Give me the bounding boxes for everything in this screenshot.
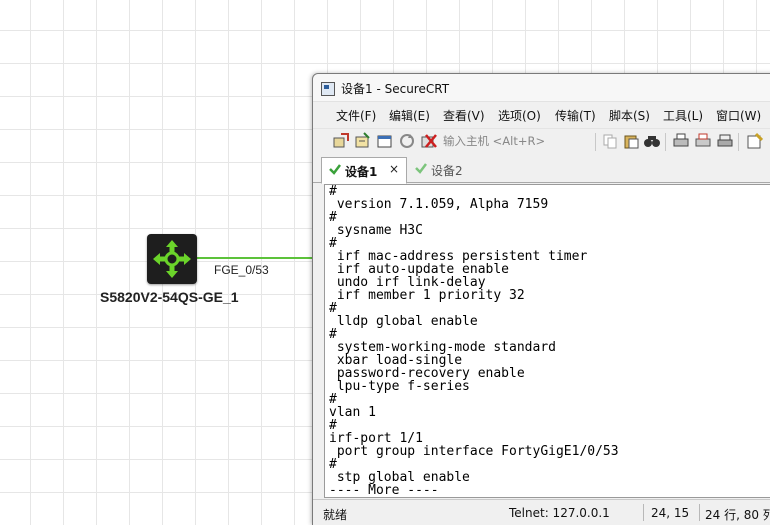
status-terminal-size: 24 行, 80 列 — [705, 508, 770, 522]
paste-icon[interactable] — [622, 132, 640, 150]
menu-transfer[interactable]: 传输(T) — [555, 107, 596, 124]
device-name-label: S5820V2-54QS-GE_1 — [100, 289, 239, 305]
terminal-line: lldp global enable — [329, 314, 478, 329]
session-options-icon[interactable] — [746, 132, 764, 150]
switch-device-icon[interactable] — [147, 234, 197, 284]
toolbar: 输入主机 <Alt+R> — [313, 128, 770, 155]
menu-file[interactable]: 文件(F) — [336, 107, 376, 124]
toolbar-divider — [595, 133, 596, 151]
status-connection: Telnet: 127.0.0.1 — [509, 506, 610, 520]
securecrt-window[interactable]: 设备1 - SecureCRT 文件(F) 编辑(E) 查看(V) 选项(O) … — [312, 73, 770, 525]
status-bar: 就绪 Telnet: 127.0.0.1 24, 15 24 行, 80 列 — [313, 499, 770, 525]
menu-edit[interactable]: 编辑(E) — [389, 107, 430, 124]
status-ready: 就绪 — [323, 508, 348, 522]
terminal-line: vlan 1 — [329, 405, 376, 420]
menu-options[interactable]: 选项(O) — [498, 107, 541, 124]
terminal-line: sysname H3C — [329, 223, 423, 238]
menu-tools[interactable]: 工具(L) — [663, 107, 703, 124]
tab-session-1[interactable]: 设备1 × — [321, 157, 407, 184]
connect-in-tab-icon[interactable] — [376, 132, 394, 150]
disconnect-icon[interactable] — [420, 132, 438, 150]
port-label: FGE_0/53 — [214, 263, 269, 277]
terminal-output[interactable]: # version 7.1.059, Alpha 7159 # sysname H… — [324, 184, 770, 498]
menu-window[interactable]: 窗口(W) — [716, 107, 761, 124]
network-link[interactable] — [197, 257, 317, 259]
menu-view[interactable]: 查看(V) — [443, 107, 485, 124]
quick-connect-icon[interactable] — [354, 132, 372, 150]
tab-close-icon[interactable]: × — [389, 162, 399, 176]
window-title: 设备1 - SecureCRT — [341, 82, 450, 96]
menu-script[interactable]: 脚本(S) — [609, 107, 650, 124]
find-icon[interactable] — [643, 132, 661, 150]
print-icon[interactable] — [672, 132, 690, 150]
terminal-line: # — [329, 392, 337, 407]
checkmark-icon — [414, 161, 428, 178]
quick-connect-input[interactable]: 输入主机 <Alt+R> — [443, 132, 593, 151]
print-selection-icon[interactable] — [694, 132, 712, 150]
securecrt-app-icon — [321, 82, 335, 96]
tab-session-2[interactable]: 设备2 — [408, 157, 478, 182]
reconnect-icon[interactable] — [398, 132, 416, 150]
title-bar[interactable]: 设备1 - SecureCRT — [313, 74, 770, 102]
terminal-line: version 7.1.059, Alpha 7159 — [329, 197, 549, 212]
toolbar-divider — [665, 133, 666, 151]
terminal-line: irf member 1 priority 32 — [329, 288, 525, 303]
menu-bar: 文件(F) 编辑(E) 查看(V) 选项(O) 传输(T) 脚本(S) 工具(L… — [313, 102, 770, 128]
toolbar-divider — [738, 133, 739, 151]
terminal-line: ---- More ---- — [329, 483, 439, 498]
tab-label: 设备1 — [345, 165, 378, 179]
tab-bar: 设备1 × 设备2 — [313, 154, 770, 184]
connect-icon[interactable] — [332, 132, 350, 150]
printer-setup-icon[interactable] — [716, 132, 734, 150]
terminal-line: lpu-type f-series — [329, 379, 470, 394]
copy-icon[interactable] — [601, 132, 619, 150]
checkmark-icon — [328, 162, 342, 179]
status-cursor-position: 24, 15 — [651, 506, 690, 520]
tab-label: 设备2 — [431, 164, 463, 178]
terminal-line: port group interface FortyGigE1/0/53 — [329, 444, 619, 459]
